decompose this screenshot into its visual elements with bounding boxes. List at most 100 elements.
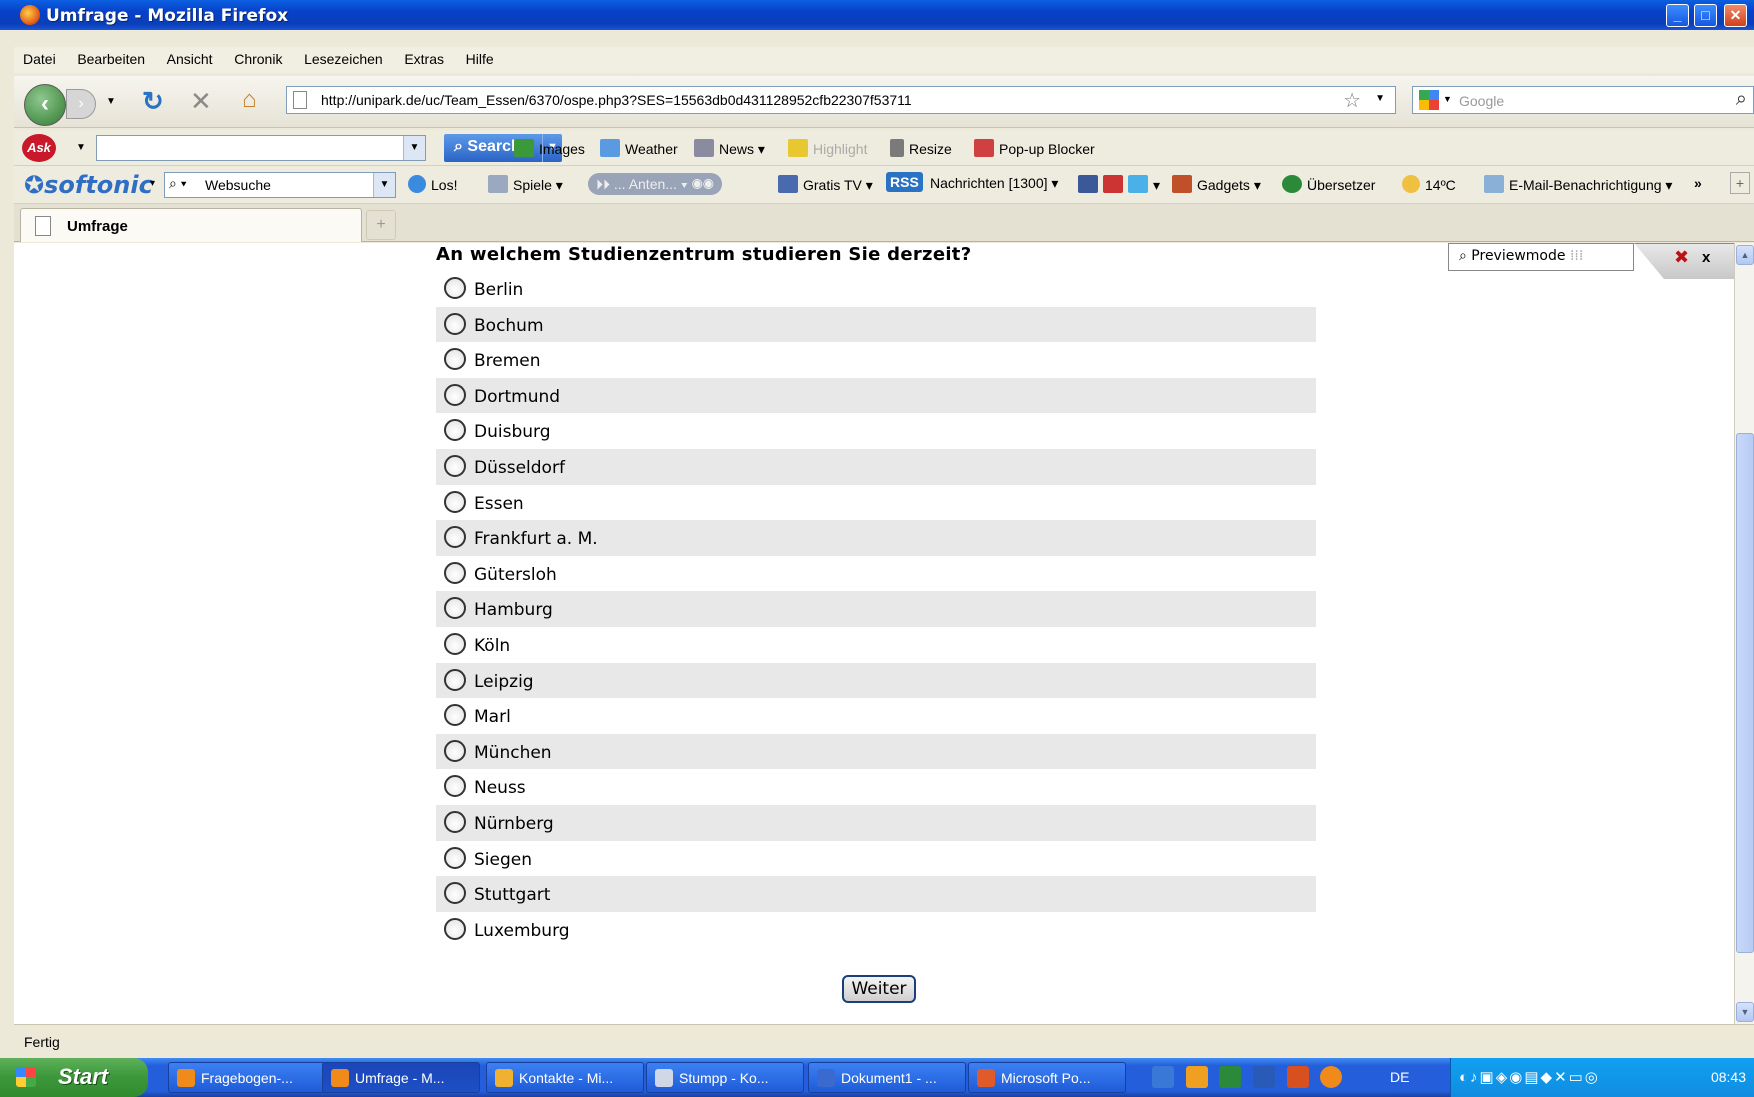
scroll-down-icon[interactable]: ▼ <box>1736 1002 1754 1022</box>
softonic-search-input[interactable]: ⌕ ▾ Websuche ▼ <box>164 172 396 198</box>
survey-option[interactable]: Dortmund <box>436 377 1316 414</box>
radio-button[interactable] <box>444 561 466 584</box>
bug-icon[interactable]: ✖ <box>1674 247 1689 268</box>
rss-icon[interactable]: RSS <box>886 172 923 192</box>
radio-button[interactable] <box>444 383 466 406</box>
uebersetzer-button[interactable]: Übersetzer <box>1282 175 1375 193</box>
tray-icons[interactable]: ◐♪▣◈◉▤◆✕▭◎ <box>1459 1068 1600 1086</box>
google-engine-icon[interactable] <box>1419 90 1439 110</box>
survey-option[interactable]: Düsseldorf <box>436 448 1316 485</box>
radio-button[interactable] <box>444 597 466 620</box>
taskbar-task[interactable]: Dokument1 - ... <box>808 1062 966 1093</box>
taskbar-task[interactable]: Microsoft Po... <box>968 1062 1126 1093</box>
radio-button[interactable] <box>444 668 466 691</box>
search-icon[interactable]: ⌕ <box>1736 88 1747 111</box>
radio-button[interactable] <box>444 846 466 869</box>
search-bar[interactable]: ▼ Google ⌕ <box>1412 86 1754 114</box>
softonic-dropdown-icon[interactable]: ▾ <box>150 178 155 189</box>
survey-option[interactable]: Nürnberg <box>436 804 1316 841</box>
ask-logo-icon[interactable]: Ask <box>22 134 56 162</box>
radio-button[interactable] <box>444 526 466 549</box>
bookmark-star-icon[interactable]: ☆ <box>1343 88 1361 113</box>
history-dropdown-icon[interactable]: ▼ <box>106 96 116 107</box>
engine-dropdown-icon[interactable]: ▼ <box>1443 94 1452 104</box>
toolbar-overflow-button[interactable]: » <box>1694 175 1702 191</box>
radio-button[interactable] <box>444 419 466 442</box>
start-button[interactable]: Start <box>0 1058 148 1097</box>
stop-icon[interactable]: ✕ <box>190 86 212 117</box>
taskbar-task[interactable]: Stumpp - Ko... <box>646 1062 804 1093</box>
menu-extras[interactable]: Extras <box>395 47 453 71</box>
weather-widget[interactable]: 14ºC <box>1402 175 1456 193</box>
highlight-button[interactable]: Highlight <box>788 139 867 157</box>
excel-icon[interactable] <box>1219 1066 1242 1088</box>
images-button[interactable]: Images <box>514 139 585 157</box>
menu-datei[interactable]: Datei <box>14 47 65 71</box>
tab-umfrage[interactable]: Umfrage <box>20 208 362 242</box>
chevron-down-icon[interactable]: ▼ <box>373 173 395 197</box>
firefox-icon[interactable] <box>1320 1066 1343 1088</box>
scrollbar-thumb[interactable] <box>1736 433 1754 953</box>
forward-button[interactable]: › <box>66 89 96 119</box>
vertical-scrollbar[interactable]: ▲ ▼ <box>1734 243 1754 1024</box>
close-button[interactable]: ✕ <box>1724 4 1747 27</box>
survey-option[interactable]: Leipzig <box>436 662 1316 699</box>
survey-option[interactable]: Köln <box>436 627 1316 663</box>
taskbar-task[interactable]: Fragebogen-... <box>168 1062 326 1093</box>
survey-option[interactable]: Frankfurt a. M. <box>436 520 1316 556</box>
weiter-button[interactable]: Weiter <box>842 975 916 1003</box>
radio-button[interactable] <box>444 917 466 940</box>
outlook-icon[interactable] <box>1185 1066 1208 1088</box>
survey-option[interactable]: Berlin <box>436 271 1316 307</box>
powerpoint-icon[interactable] <box>1286 1066 1309 1088</box>
resize-button[interactable]: Resize <box>890 139 952 157</box>
url-dropdown-icon[interactable]: ▼ <box>1375 93 1385 104</box>
popup-blocker-button[interactable]: Pop-up Blocker <box>974 139 1095 157</box>
survey-option[interactable]: Hamburg <box>436 591 1316 627</box>
news-button[interactable]: News ▾ <box>694 139 765 158</box>
survey-option[interactable]: Essen <box>436 485 1316 521</box>
radio-button[interactable] <box>444 277 466 299</box>
weather-button[interactable]: Weather <box>600 139 678 157</box>
survey-option[interactable]: Gütersloh <box>436 556 1316 592</box>
url-text[interactable]: http://unipark.de/uc/Team_Essen/6370/osp… <box>321 92 912 108</box>
radio-button[interactable] <box>444 882 466 905</box>
taskbar-task[interactable]: Umfrage - M... <box>322 1062 480 1093</box>
ie-icon[interactable] <box>1152 1066 1174 1088</box>
spiele-button[interactable]: Spiele ▾ <box>488 175 563 194</box>
survey-option[interactable]: München <box>436 733 1316 770</box>
radio-button[interactable] <box>444 632 466 655</box>
radio-button[interactable] <box>444 775 466 798</box>
add-button[interactable]: + <box>1730 172 1750 194</box>
maximize-button[interactable]: □ <box>1694 4 1717 27</box>
gratis-tv-button[interactable]: Gratis TV ▾ <box>778 175 873 194</box>
survey-option[interactable]: Stuttgart <box>436 876 1316 912</box>
survey-option[interactable]: Siegen <box>436 841 1316 877</box>
minimize-button[interactable]: _ <box>1666 4 1689 27</box>
survey-option[interactable]: Bochum <box>436 306 1316 343</box>
new-tab-button[interactable]: + <box>366 210 396 240</box>
search-placeholder[interactable]: Google <box>1459 93 1504 109</box>
ask-search-input[interactable]: ▼ <box>96 135 426 161</box>
radio-button[interactable] <box>444 490 466 513</box>
survey-option[interactable]: Duisburg <box>436 413 1316 449</box>
radio-player[interactable]: ⏵⏵ ... Anten... ▾ ◉◉ <box>588 173 722 195</box>
email-notification-button[interactable]: E-Mail-Benachrichtigung ▾ <box>1484 175 1672 194</box>
radio-button[interactable] <box>444 810 466 833</box>
survey-option[interactable]: Luxemburg <box>436 912 1316 948</box>
softonic-logo[interactable]: ✪softonic <box>24 171 153 199</box>
word-icon[interactable] <box>1252 1066 1275 1088</box>
radio-button[interactable] <box>444 739 466 762</box>
nachrichten-button[interactable]: Nachrichten [1300] ▾ <box>930 175 1058 192</box>
chevron-down-icon[interactable]: ▼ <box>403 136 425 160</box>
softonic-search-value[interactable]: Websuche <box>205 177 271 193</box>
menu-chronik[interactable]: Chronik <box>225 47 291 71</box>
menu-bearbeiten[interactable]: Bearbeiten <box>68 47 154 71</box>
menu-ansicht[interactable]: Ansicht <box>158 47 222 71</box>
gadgets-button[interactable]: Gadgets ▾ <box>1172 175 1261 194</box>
survey-option[interactable]: Neuss <box>436 769 1316 805</box>
radio-button[interactable] <box>444 704 466 727</box>
preview-close-button[interactable]: x <box>1702 249 1710 266</box>
los-button[interactable]: Los! <box>408 175 457 193</box>
menu-lesezeichen[interactable]: Lesezeichen <box>295 47 392 71</box>
